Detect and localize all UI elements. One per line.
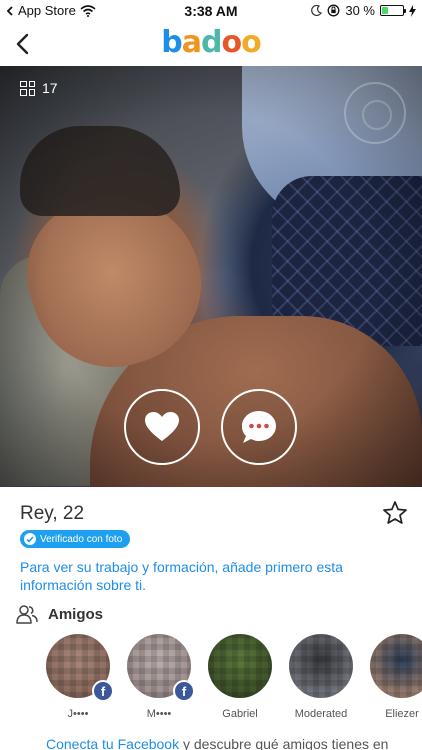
battery-level (382, 7, 388, 14)
friend-item[interactable]: f J•••• (42, 634, 114, 730)
logo-letter: b (161, 25, 183, 60)
logo-letter: o (241, 25, 262, 60)
friend-item[interactable]: Moderated (285, 634, 357, 730)
nav-bar: badoo (0, 22, 422, 66)
avatar-image (208, 634, 272, 698)
check-icon (24, 533, 36, 545)
badoo-logo: badoo (0, 25, 422, 60)
status-bar: App Store 3:38 AM 30 % (0, 0, 422, 22)
star-icon (383, 501, 407, 524)
friends-header: Amigos (16, 604, 103, 624)
facebook-icon: f (92, 680, 114, 702)
photo-count-label: 17 (42, 80, 58, 96)
friend-name: M•••• (146, 708, 172, 720)
facebook-icon: f (173, 680, 195, 702)
chat-bubble-icon (242, 411, 276, 443)
friend-item[interactable]: f M•••• (123, 634, 195, 730)
friends-icon (16, 605, 38, 624)
friend-avatar (289, 634, 353, 698)
charging-bolt-icon (409, 4, 416, 17)
friend-avatar (208, 634, 272, 698)
friend-name: J•••• (67, 708, 89, 720)
friend-name: Moderated (294, 708, 348, 720)
photo-count[interactable]: 17 (20, 80, 58, 96)
avatar-image (289, 634, 353, 698)
friend-item[interactable]: Gabriel (204, 634, 276, 730)
logo-letter: o (221, 25, 242, 60)
profile-info: Rey, 22 Verificado con foto Para ver su … (0, 487, 422, 750)
logo-letter: d (201, 25, 223, 60)
friends-title: Amigos (48, 605, 104, 623)
profile-name-age: Rey, 22 (20, 503, 85, 524)
verified-label: Verificado con foto (40, 533, 123, 545)
heart-icon (145, 412, 179, 441)
connect-facebook-rest: y descubre qué amigos tienes en (179, 736, 389, 750)
favorite-button[interactable] (382, 500, 408, 526)
friend-item[interactable]: Eliezer (366, 634, 422, 730)
logo-letter: a (181, 25, 202, 60)
battery-icon (380, 5, 406, 16)
friend-avatar (370, 634, 422, 698)
work-education-prompt[interactable]: Para ver su trabajo y formación, añade p… (20, 558, 400, 594)
chat-button[interactable] (221, 389, 297, 465)
watermark-icon (344, 82, 406, 144)
verified-badge[interactable]: Verificado con foto (20, 530, 131, 548)
friend-name: Eliezer (385, 708, 419, 720)
grid-icon (20, 80, 35, 96)
status-bar-right: 30 % (311, 3, 416, 18)
avatar-image (370, 634, 422, 698)
moon-icon (311, 5, 323, 16)
friend-name: Gabriel (222, 708, 258, 720)
profile-photo[interactable]: 17 (0, 66, 422, 487)
rotation-lock-icon (327, 4, 340, 17)
friends-list: f J•••• f M•••• Gabriel Moderated Eliezer (0, 634, 422, 730)
battery-percent: 30 % (345, 3, 375, 18)
facebook-connect-text: Conecta tu Facebook y descubre qué amigo… (46, 736, 388, 750)
connect-facebook-link[interactable]: Conecta tu Facebook (46, 736, 179, 750)
like-button[interactable] (124, 389, 200, 465)
